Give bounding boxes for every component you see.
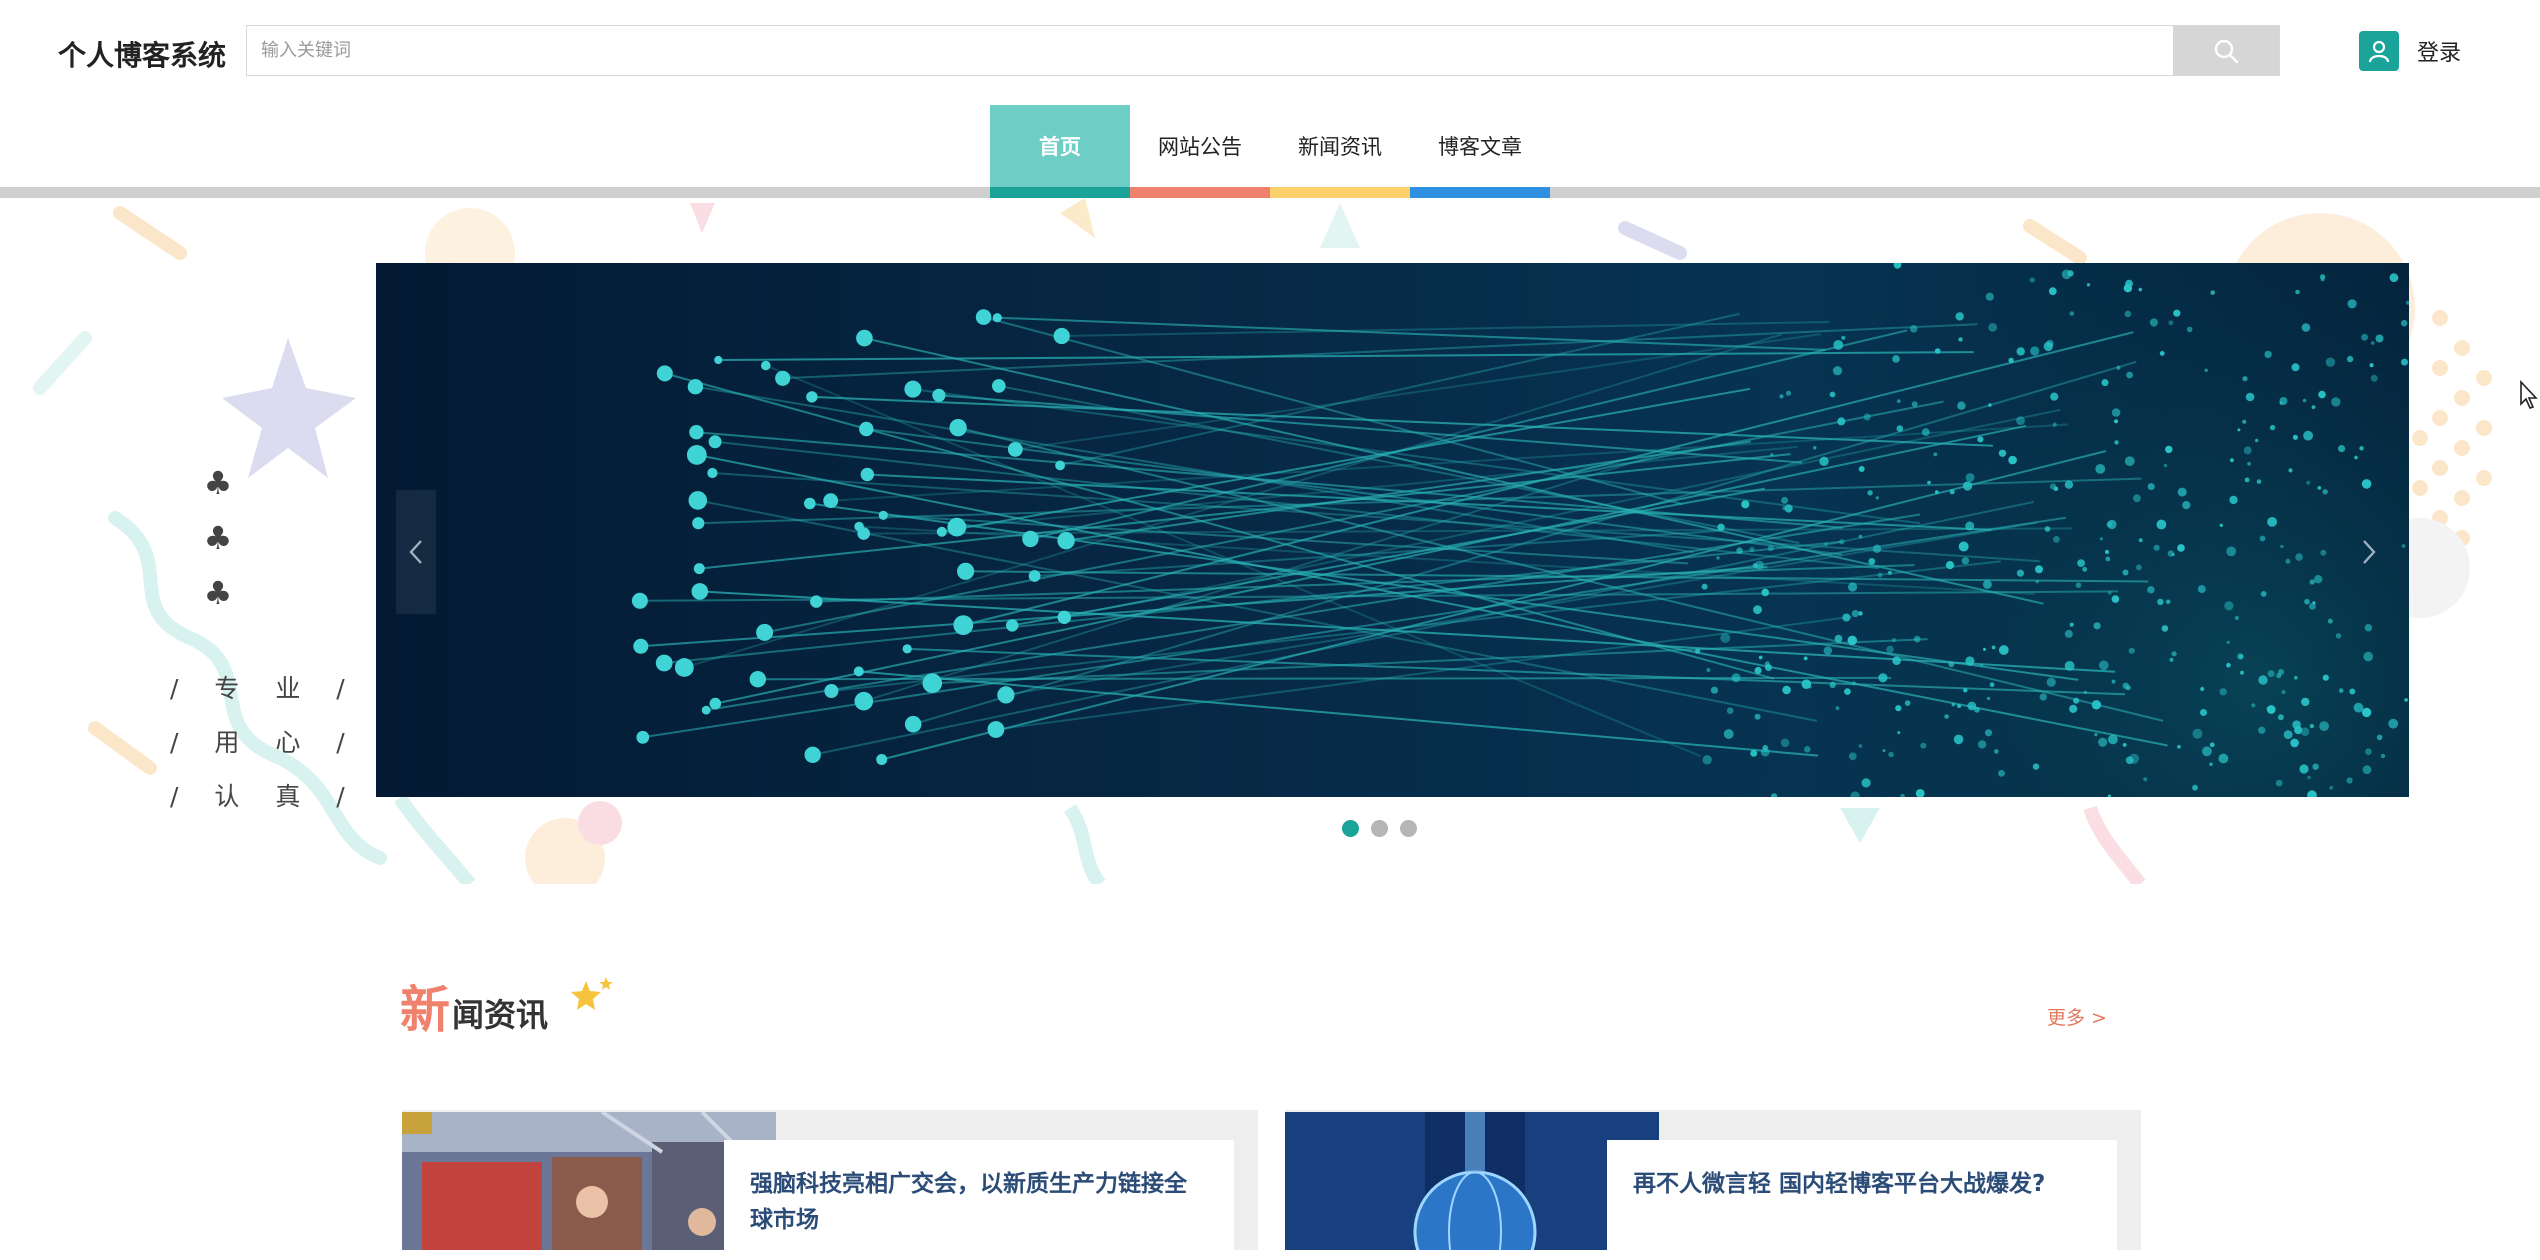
login-label: 登录 <box>2417 41 2462 66</box>
news-title[interactable]: 再不人微言轻 国内轻博客平台大战爆发? <box>1633 1166 2091 1202</box>
banner-image <box>631 263 2409 797</box>
nav-item-announcements[interactable]: 网站公告 <box>1130 105 1270 198</box>
nav-item-home[interactable]: 首页 <box>990 105 1130 198</box>
login-link[interactable]: 登录 <box>2359 31 2461 71</box>
news-card[interactable]: 强脑科技亮相广交会，以新质生产力链接全球市场 <box>402 1110 1258 1260</box>
carousel-dot[interactable] <box>1400 820 1417 837</box>
search-input[interactable] <box>247 26 2177 75</box>
clubs-decoration: ♣ ♣ ♣ <box>200 456 236 621</box>
carousel-dot[interactable] <box>1371 820 1388 837</box>
nav-label: 博客文章 <box>1438 135 1522 159</box>
news-title[interactable]: 强脑科技亮相广交会，以新质生产力链接全球市场 <box>750 1166 1208 1238</box>
motto-line: / 认 真 / <box>170 782 359 811</box>
news-thumbnail <box>402 1112 776 1250</box>
search-icon <box>2214 39 2239 63</box>
club-icon: ♣ <box>203 519 233 557</box>
search-button[interactable] <box>2173 26 2279 75</box>
motto-line: / 专 业 / <box>170 674 359 703</box>
main-nav: 首页 网站公告 新闻资讯 博客文章 <box>990 105 1550 198</box>
carousel-indicators <box>1342 820 1417 837</box>
club-icon: ♣ <box>203 464 233 502</box>
banner-slide[interactable] <box>376 263 2409 797</box>
star-icon <box>571 977 613 1010</box>
nav-label: 网站公告 <box>1158 135 1242 159</box>
nav-underline <box>1410 187 1550 198</box>
news-card-text: 再不人微言轻 国内轻博客平台大战爆发? <box>1607 1140 2117 1260</box>
nav-label: 新闻资讯 <box>1298 135 1382 159</box>
motto-line: / 用 心 / <box>170 728 359 757</box>
nav-underline <box>1270 187 1410 198</box>
mouse-cursor-icon <box>2520 380 2538 409</box>
user-icon <box>2359 31 2399 71</box>
search-box <box>246 25 2280 76</box>
site-brand[interactable]: 个人博客系统 <box>58 34 226 74</box>
chevron-left-icon <box>409 540 422 564</box>
carousel-prev-button[interactable] <box>396 490 436 614</box>
nav-item-news[interactable]: 新闻资讯 <box>1270 105 1410 198</box>
news-thumbnail <box>1285 1112 1659 1250</box>
chevron-right-icon <box>2363 540 2376 564</box>
club-icon: ♣ <box>203 574 233 612</box>
section-title-rest: 闻资讯 <box>452 996 549 1034</box>
news-card-text: 强脑科技亮相广交会，以新质生产力链接全球市场 <box>724 1140 1234 1260</box>
carousel-next-button[interactable] <box>2349 490 2389 614</box>
nav-label: 首页 <box>1039 135 1081 159</box>
section-title-news: 新 闻资讯 <box>400 982 548 1038</box>
news-card[interactable]: 再不人微言轻 国内轻博客平台大战爆发? <box>1285 1110 2141 1260</box>
nav-underline <box>990 187 1130 198</box>
motto: / 专 业 / / 用 心 / / 认 真 / <box>170 662 359 824</box>
section-title-first-char: 新 <box>400 981 450 1039</box>
nav-item-blog[interactable]: 博客文章 <box>1410 105 1550 198</box>
news-more-link[interactable]: 更多 > <box>2047 1003 2107 1030</box>
carousel-dot[interactable] <box>1342 820 1359 837</box>
nav-underline <box>1130 187 1270 198</box>
